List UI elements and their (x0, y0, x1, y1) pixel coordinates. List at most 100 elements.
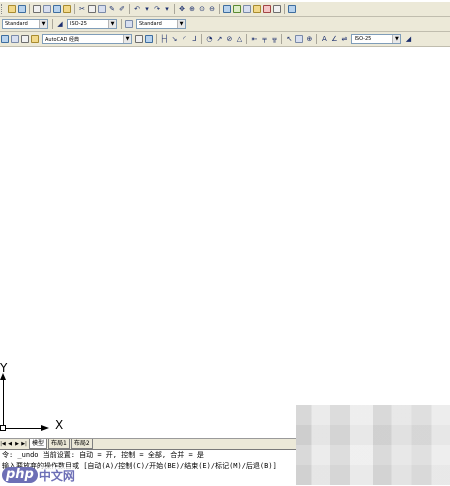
aligned-dimension-icon[interactable]: ↘ (170, 34, 178, 44)
separator (129, 4, 130, 14)
chevron-down-icon[interactable]: ▼ (177, 20, 185, 28)
radius-dimension-icon[interactable]: ◔ (205, 34, 213, 44)
table-style-select[interactable]: Standard ▼ (136, 19, 186, 29)
new-file-icon[interactable] (8, 5, 16, 13)
chevron-down-icon[interactable]: ▼ (39, 20, 47, 28)
watermark-brand: php (2, 467, 38, 483)
jogged-dimension-icon[interactable]: ↗ (215, 34, 223, 44)
pan-icon[interactable]: ✥ (178, 4, 186, 14)
calculator-icon[interactable] (273, 5, 281, 13)
separator (174, 4, 175, 14)
help-icon[interactable] (288, 5, 296, 13)
workspace-settings-icon[interactable] (1, 35, 9, 43)
watermark-logo: php 中文网 (2, 466, 75, 484)
last-tab-icon[interactable]: ▶| (21, 440, 27, 448)
tool-palettes-icon[interactable] (243, 5, 251, 13)
quick-dimension-icon[interactable]: ⇤ (250, 34, 258, 44)
print-icon[interactable] (33, 5, 41, 13)
zoom-window-icon[interactable]: ⊙ (198, 4, 206, 14)
cut-icon[interactable]: ✂ (78, 4, 86, 14)
redo-icon[interactable]: ↷ (153, 4, 161, 14)
angular-dimension-icon[interactable]: △ (235, 34, 243, 44)
chevron-down-icon[interactable]: ▼ (392, 35, 401, 43)
table-style-value: Standard (139, 21, 162, 27)
design-center-icon[interactable] (233, 5, 241, 13)
tolerance-icon[interactable] (295, 35, 304, 43)
ucs-origin-box (0, 425, 6, 431)
dimension-style-icon[interactable]: ◢ (56, 19, 64, 29)
separator (219, 4, 220, 14)
workspace-grid-icon[interactable] (135, 35, 143, 43)
sheet-set-icon[interactable] (253, 5, 261, 13)
ucs-icon: Y X (0, 360, 80, 435)
layer-state-icon[interactable] (31, 35, 39, 43)
table-style-icon[interactable] (125, 20, 133, 28)
workspace-save-icon[interactable] (11, 35, 19, 43)
previous-tab-icon[interactable]: ◀ (7, 440, 13, 448)
tab-layout2[interactable]: 布局2 (70, 439, 93, 449)
save-icon[interactable] (18, 5, 26, 13)
separator (281, 34, 283, 44)
undo-icon[interactable]: ↶ (133, 4, 141, 14)
separator (74, 4, 75, 14)
separator (316, 34, 318, 44)
zoom-previous-icon[interactable]: ⊖ (208, 4, 216, 14)
text-style-value: Standard (5, 21, 28, 27)
ucs-y-axis (3, 380, 4, 430)
print-preview-icon[interactable] (43, 5, 51, 13)
ucs-x-arrow-icon (41, 425, 49, 431)
toolbar-grip[interactable] (1, 4, 5, 14)
undo-dropdown-icon[interactable]: ▾ (143, 4, 151, 14)
dimension-style-manager-icon[interactable]: ◢ (404, 34, 412, 44)
dimension-update-icon[interactable]: ⇌ (340, 34, 348, 44)
dimension-style-control[interactable]: ISO-25 ▼ (351, 34, 402, 44)
continue-dimension-icon[interactable]: ╦ (270, 34, 278, 44)
workspace-select[interactable]: AutoCAD 经典 ▼ (42, 34, 132, 44)
tab-model[interactable]: 模型 (29, 439, 48, 449)
ucs-x-label: X (55, 418, 64, 432)
plot-icon[interactable] (63, 5, 71, 13)
separator (201, 34, 203, 44)
ucs-y-arrow-icon (0, 373, 6, 380)
markup-icon[interactable] (263, 5, 271, 13)
paste-icon[interactable] (98, 5, 106, 13)
separator (121, 19, 122, 29)
separator (29, 4, 30, 14)
text-style-select[interactable]: Standard ▼ (2, 19, 48, 29)
ucs-x-axis (3, 428, 43, 429)
quick-leader-icon[interactable]: ↖ (285, 34, 293, 44)
ordinate-dimension-icon[interactable]: ⅃ (190, 34, 198, 44)
dimension-style-control-value: ISO-25 (354, 36, 372, 42)
dimension-text-edit-icon[interactable]: ∠ (330, 34, 338, 44)
layout-tab-bar: |◀ ◀ ▶ ▶| 模型 布局1 布局2 (0, 438, 300, 449)
diameter-dimension-icon[interactable]: ⊘ (225, 34, 233, 44)
separator (52, 19, 53, 29)
redo-dropdown-icon[interactable]: ▾ (163, 4, 171, 14)
next-tab-icon[interactable]: ▶ (14, 440, 20, 448)
first-tab-icon[interactable]: |◀ (0, 440, 6, 448)
workspace-dimension-toolbar: AutoCAD 经典 ▼ ├┤ ↘ ◜ ⅃ ◔ ↗ ⊘ △ ⇤ ╤ ╦ ↖ ⊕ … (0, 32, 450, 47)
workspace-value: AutoCAD 经典 (45, 36, 79, 43)
arc-length-icon[interactable]: ◜ (180, 34, 188, 44)
publish-icon[interactable] (53, 5, 61, 13)
zoom-realtime-icon[interactable]: ⊕ (188, 4, 196, 14)
dimension-style-select[interactable]: ISO-25 ▼ (67, 19, 117, 29)
tab-layout1[interactable]: 布局1 (48, 439, 70, 449)
linear-dimension-icon[interactable]: ├┤ (160, 34, 168, 44)
separator (284, 4, 285, 14)
match-properties-icon[interactable]: ✎ (108, 4, 116, 14)
watermark-suffix: 中文网 (38, 466, 75, 484)
properties-icon[interactable] (223, 5, 231, 13)
layer-icon[interactable] (21, 35, 29, 43)
chevron-down-icon[interactable]: ▼ (108, 20, 116, 28)
workspace-window-icon[interactable] (145, 35, 153, 43)
block-editor-icon[interactable]: ✐ (118, 4, 126, 14)
styles-toolbar: Standard ▼ ◢ ISO-25 ▼ Standard ▼ (0, 17, 450, 32)
copy-icon[interactable] (88, 5, 96, 13)
dimension-edit-icon[interactable]: A (320, 34, 328, 44)
baseline-dimension-icon[interactable]: ╤ (260, 34, 268, 44)
dimension-style-value: ISO-25 (70, 21, 87, 27)
center-mark-icon[interactable]: ⊕ (305, 34, 313, 44)
separator (156, 34, 157, 44)
chevron-down-icon[interactable]: ▼ (123, 35, 131, 43)
